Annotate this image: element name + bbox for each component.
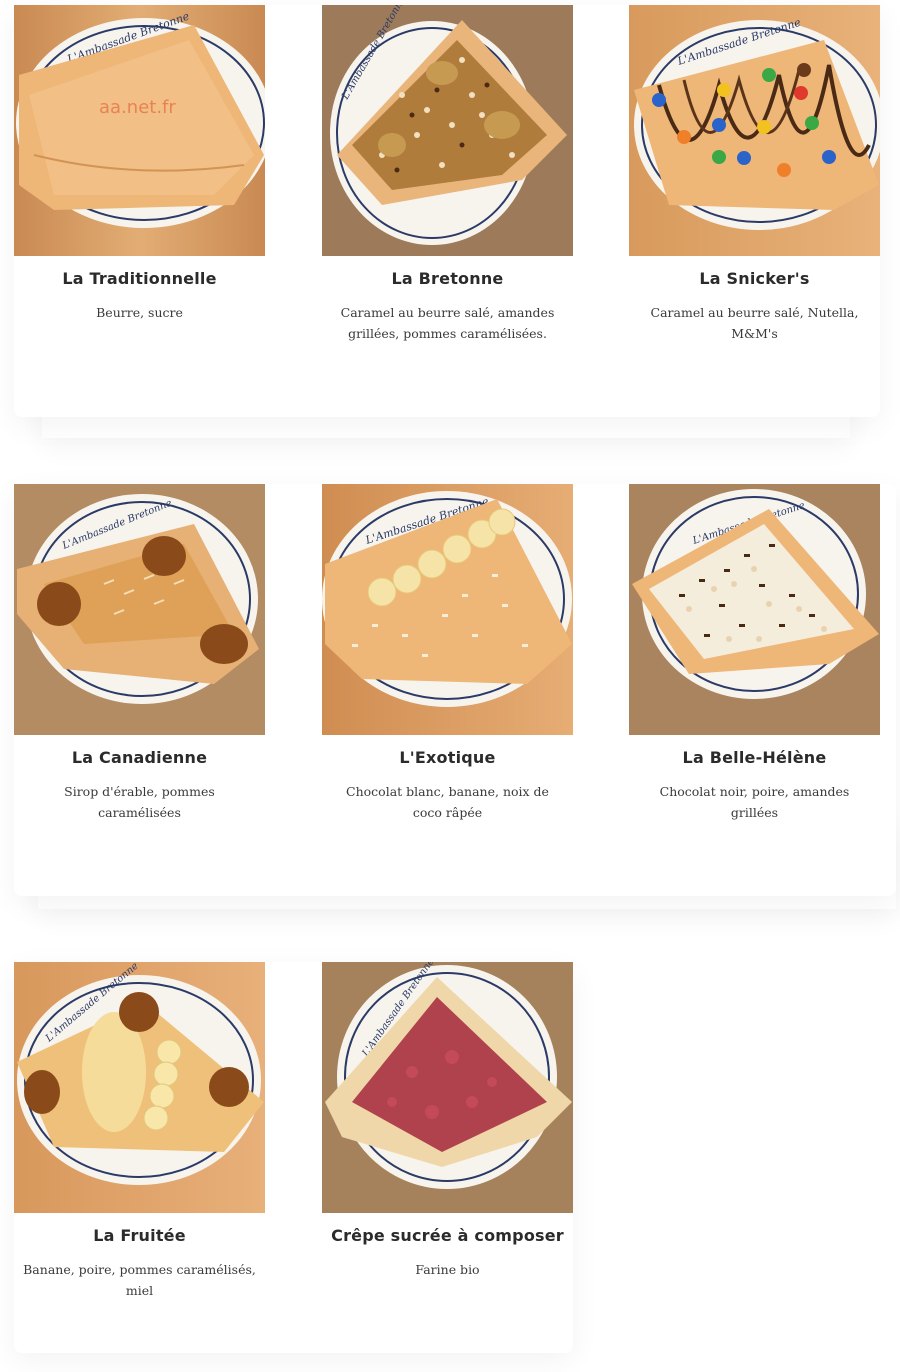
- menu-card[interactable]: L'Ambassade Bretonne La Snicker's Carame…: [629, 5, 880, 341]
- crepe-description: Caramel au beurre salé, amandes grillées…: [340, 305, 555, 341]
- crepe-canadienne-image: L'Ambassade Bretonne: [14, 484, 265, 735]
- crepe-description: Banane, poire, pommes caramélisés, miel: [23, 1262, 256, 1298]
- crepe-bretonne-image: L'Ambassade Bretonne: [322, 5, 573, 256]
- crepe-photo: L'Ambassade Bretonne aa.net.fr: [14, 5, 265, 256]
- crepe-title: L'Exotique: [399, 748, 496, 767]
- crepe-photo: L'Ambassade Bretonne: [14, 484, 265, 735]
- menu-card[interactable]: L'Ambassade Bretonne La Fruitée Banane, …: [14, 962, 265, 1298]
- crepe-title: La Fruitée: [93, 1226, 186, 1245]
- menu-card[interactable]: L'Ambassade Bretonne La Bretonne Caramel…: [322, 5, 573, 341]
- svg-text:aa.net.fr: aa.net.fr: [99, 97, 176, 118]
- crepe-description: Caramel au beurre salé, Nutella, M&M's: [650, 305, 859, 341]
- crepe-exotique-image: L'Ambassade Bretonne: [322, 484, 573, 735]
- menu-row-2: L'Ambassade Bretonne La Canadienne Sirop…: [0, 479, 900, 919]
- crepe-snickers-image: L'Ambassade Bretonne: [629, 5, 880, 256]
- crepe-title: La Bretonne: [391, 269, 504, 288]
- crepe-photo: L'Ambassade Bretonne: [322, 5, 573, 256]
- crepe-fruitee-image: L'Ambassade Bretonne: [14, 962, 265, 1213]
- crepe-photo: L'Ambassade Bretonne: [322, 962, 573, 1213]
- crepe-photo: L'Ambassade Bretonne: [629, 5, 880, 256]
- menu-card[interactable]: L'Ambassade Bretonne Crêpe sucrée à comp…: [322, 962, 573, 1288]
- crepe-a-composer-image: L'Ambassade Bretonne: [322, 962, 573, 1213]
- crepe-title: Crêpe sucrée à composer: [331, 1226, 564, 1245]
- crepe-description: Sirop d'érable, pommes caramélisées: [64, 784, 215, 820]
- crepe-title: La Belle-Hélène: [682, 748, 827, 767]
- crepe-description: Beurre, sucre: [96, 305, 183, 320]
- menu-row-3: L'Ambassade Bretonne La Fruitée Banane, …: [0, 957, 900, 1372]
- crepe-title: La Snicker's: [699, 269, 810, 288]
- crepe-description: Chocolat blanc, banane, noix de coco râp…: [346, 784, 549, 820]
- crepe-photo: L'Ambassade Bretonne: [629, 484, 880, 735]
- crepe-traditionnelle-image: L'Ambassade Bretonne aa.net.fr: [14, 5, 265, 256]
- menu-card[interactable]: L'Ambassade Bretonne La Belle-H: [629, 484, 880, 820]
- menu-row-1: L'Ambassade Bretonne aa.net.fr La Tradit…: [0, 0, 900, 440]
- menu-card[interactable]: L'Ambassade Bretonne aa.net.fr La Tradit…: [14, 5, 265, 341]
- crepe-description: Farine bio: [415, 1262, 480, 1277]
- crepe-title: La Traditionnelle: [62, 269, 217, 288]
- crepe-title: La Canadienne: [71, 748, 208, 767]
- crepe-photo: L'Ambassade Bretonne: [14, 962, 265, 1213]
- crepe-description: Chocolat noir, poire, amandes grillées: [659, 784, 850, 820]
- menu-card[interactable]: L'Ambassade Bretonne L'Exotique Chocolat…: [322, 484, 573, 820]
- crepe-belle-helene-image: L'Ambassade Bretonne: [629, 484, 880, 735]
- menu-card[interactable]: L'Ambassade Bretonne La Canadienne Sirop…: [14, 484, 265, 820]
- crepe-photo: L'Ambassade Bretonne: [322, 484, 573, 735]
